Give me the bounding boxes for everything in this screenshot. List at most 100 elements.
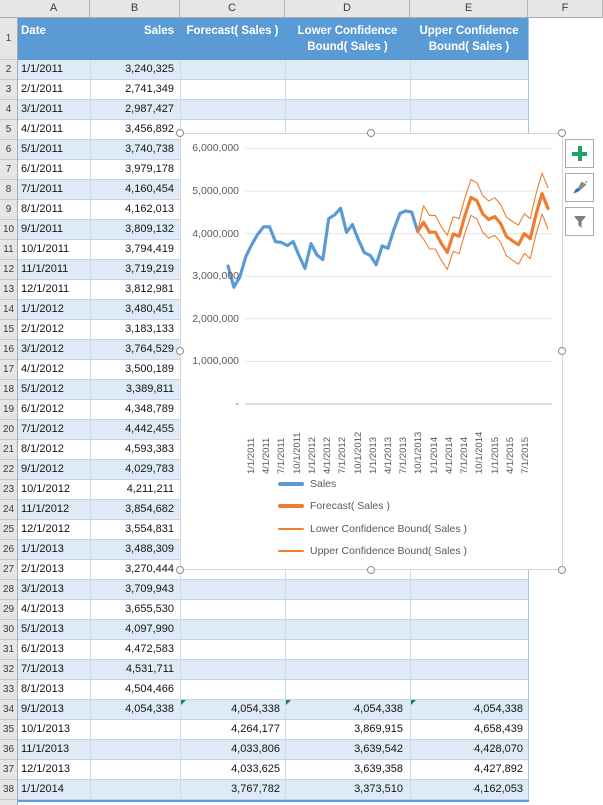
sales-cell[interactable] xyxy=(90,780,180,799)
row-header-20[interactable]: 20 xyxy=(0,420,17,440)
header-cell-date[interactable]: Date xyxy=(18,18,90,60)
row-header-18[interactable]: 18 xyxy=(0,380,17,400)
row-header-17[interactable]: 17 xyxy=(0,360,17,380)
date-cell[interactable]: 4/1/2012 xyxy=(18,360,90,379)
forecast-line[interactable] xyxy=(416,191,550,254)
column-header-f[interactable]: F xyxy=(528,0,603,17)
sales-cell[interactable]: 3,794,419 xyxy=(90,240,180,259)
resize-handle[interactable] xyxy=(176,347,184,355)
row-header-10[interactable]: 10 xyxy=(0,220,17,240)
sales-cell[interactable]: 3,764,529 xyxy=(90,340,180,359)
date-cell[interactable]: 2/1/2011 xyxy=(18,80,90,99)
forecast-cell[interactable] xyxy=(180,680,285,699)
forecast-cell[interactable] xyxy=(180,80,285,99)
row-header-32[interactable]: 32 xyxy=(0,660,17,680)
lower-cell[interactable] xyxy=(285,640,410,659)
date-cell[interactable]: 5/1/2011 xyxy=(18,140,90,159)
sales-cell[interactable]: 2,987,427 xyxy=(90,100,180,119)
row-header-21[interactable]: 21 xyxy=(0,440,17,460)
sales-cell[interactable]: 4,160,454 xyxy=(90,180,180,199)
row-header-28[interactable]: 28 xyxy=(0,580,17,600)
sales-cell[interactable]: 4,029,783 xyxy=(90,460,180,479)
date-cell[interactable]: 11/1/2013 xyxy=(18,740,90,759)
sales-cell[interactable] xyxy=(90,760,180,779)
row-header-26[interactable]: 26 xyxy=(0,540,17,560)
row-header-27[interactable]: 27 xyxy=(0,560,17,580)
row-header-38[interactable]: 38 xyxy=(0,780,17,800)
upper-cell[interactable] xyxy=(410,60,528,79)
resize-handle[interactable] xyxy=(176,129,184,137)
date-cell[interactable]: 11/1/2011 xyxy=(18,260,90,279)
legend-item[interactable]: Lower Confidence Bound( Sales ) xyxy=(278,523,467,535)
sales-cell[interactable]: 3,456,892 xyxy=(90,120,180,139)
date-cell[interactable]: 7/1/2012 xyxy=(18,420,90,439)
date-cell[interactable]: 3/1/2013 xyxy=(18,580,90,599)
date-cell[interactable]: 7/1/2011 xyxy=(18,180,90,199)
forecast-cell[interactable]: 4,033,806 xyxy=(180,740,285,759)
row-header-9[interactable]: 9 xyxy=(0,200,17,220)
lower-cell[interactable] xyxy=(285,600,410,619)
row-header-22[interactable]: 22 xyxy=(0,460,17,480)
upper-cell[interactable] xyxy=(410,100,528,119)
lower-cell[interactable] xyxy=(285,620,410,639)
forecast-cell[interactable]: 3,767,782 xyxy=(180,780,285,799)
date-cell[interactable]: 8/1/2013 xyxy=(18,680,90,699)
row-header-37[interactable]: 37 xyxy=(0,760,17,780)
lower-bound-line[interactable] xyxy=(417,213,549,270)
row-header-35[interactable]: 35 xyxy=(0,720,17,740)
sales-cell[interactable]: 3,709,943 xyxy=(90,580,180,599)
legend-item[interactable]: Forecast( Sales ) xyxy=(278,500,390,512)
sales-cell[interactable]: 4,162,013 xyxy=(90,200,180,219)
resize-handle[interactable] xyxy=(558,129,566,137)
row-header-31[interactable]: 31 xyxy=(0,640,17,660)
lower-cell[interactable]: 3,869,915 xyxy=(285,720,410,739)
column-header-d[interactable]: D xyxy=(285,0,410,17)
sales-cell[interactable]: 4,593,383 xyxy=(90,440,180,459)
upper-cell[interactable] xyxy=(410,600,528,619)
date-cell[interactable]: 12/1/2011 xyxy=(18,280,90,299)
date-cell[interactable]: 9/1/2012 xyxy=(18,460,90,479)
upper-cell[interactable]: 4,162,053 xyxy=(410,780,528,799)
row-header-29[interactable]: 29 xyxy=(0,600,17,620)
lower-cell[interactable] xyxy=(285,100,410,119)
sales-cell[interactable]: 4,472,583 xyxy=(90,640,180,659)
date-cell[interactable]: 6/1/2013 xyxy=(18,640,90,659)
forecast-cell[interactable] xyxy=(180,640,285,659)
lower-cell[interactable] xyxy=(285,60,410,79)
row-header-25[interactable]: 25 xyxy=(0,520,17,540)
date-cell[interactable]: 4/1/2011 xyxy=(18,120,90,139)
sales-cell[interactable]: 2,741,349 xyxy=(90,80,180,99)
sales-cell[interactable]: 3,719,219 xyxy=(90,260,180,279)
row-header-30[interactable]: 30 xyxy=(0,620,17,640)
resize-handle[interactable] xyxy=(558,347,566,355)
upper-cell[interactable] xyxy=(410,80,528,99)
upper-cell[interactable]: 4,427,892 xyxy=(410,760,528,779)
sales-cell[interactable]: 4,054,338 xyxy=(90,700,180,719)
date-cell[interactable]: 10/1/2013 xyxy=(18,720,90,739)
upper-cell[interactable] xyxy=(410,640,528,659)
row-header-23[interactable]: 23 xyxy=(0,480,17,500)
row-header-4[interactable]: 4 xyxy=(0,100,17,120)
sales-cell[interactable]: 3,812,981 xyxy=(90,280,180,299)
date-cell[interactable]: 8/1/2012 xyxy=(18,440,90,459)
sales-cell[interactable]: 3,500,189 xyxy=(90,360,180,379)
date-cell[interactable]: 6/1/2011 xyxy=(18,160,90,179)
row-header-24[interactable]: 24 xyxy=(0,500,17,520)
sales-line[interactable] xyxy=(226,206,420,289)
date-cell[interactable]: 3/1/2012 xyxy=(18,340,90,359)
forecast-cell[interactable]: 4,264,177 xyxy=(180,720,285,739)
header-cell-sales[interactable]: Sales xyxy=(90,18,180,60)
forecast-cell[interactable]: 4,054,338 xyxy=(180,700,285,719)
sales-cell[interactable]: 3,183,133 xyxy=(90,320,180,339)
upper-cell[interactable] xyxy=(410,580,528,599)
lower-cell[interactable] xyxy=(285,80,410,99)
forecast-cell[interactable] xyxy=(180,60,285,79)
sales-cell[interactable]: 4,504,466 xyxy=(90,680,180,699)
upper-cell[interactable] xyxy=(410,660,528,679)
lower-cell[interactable] xyxy=(285,660,410,679)
lower-cell[interactable]: 4,054,338 xyxy=(285,700,410,719)
upper-cell[interactable]: 4,428,070 xyxy=(410,740,528,759)
forecast-cell[interactable] xyxy=(180,100,285,119)
date-cell[interactable]: 1/1/2012 xyxy=(18,300,90,319)
date-cell[interactable]: 11/1/2012 xyxy=(18,500,90,519)
